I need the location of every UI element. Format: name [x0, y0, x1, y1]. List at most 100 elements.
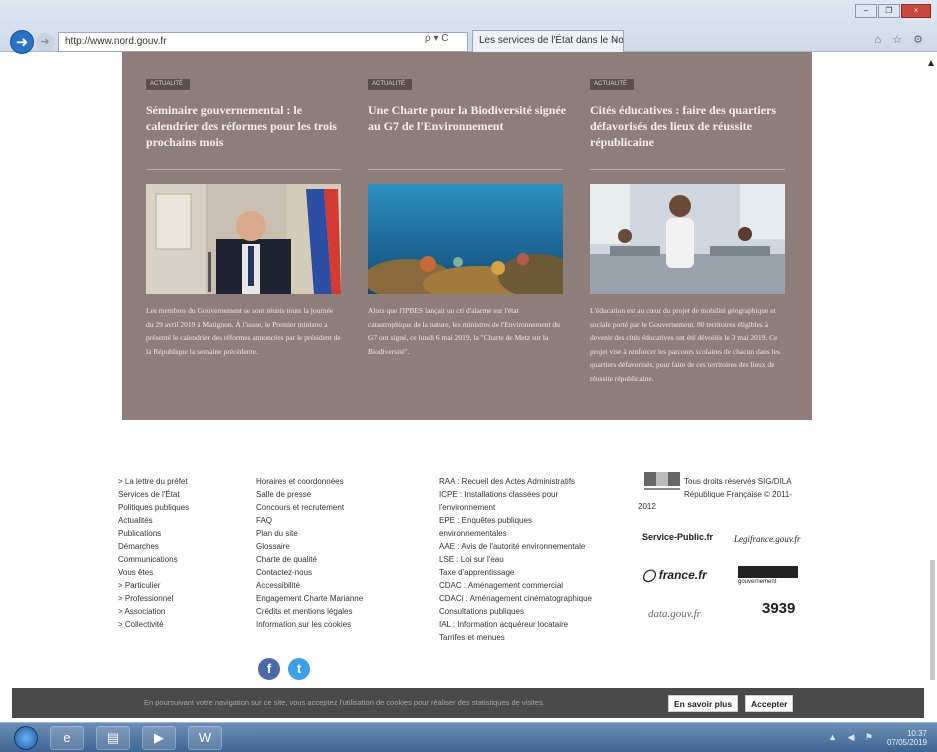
card-title[interactable]: Une Charte pour la Biodiversité signée a… [368, 102, 568, 134]
coral-reef-photo [368, 184, 563, 294]
facebook-icon[interactable]: f [258, 658, 280, 680]
browser-chrome: ➜ ➜ http://www.nord.gouv.fr ρ ▾ C Les se… [0, 0, 937, 54]
footer-link[interactable]: EPE : Enquêtes publiques [439, 514, 592, 527]
search-refresh-icons[interactable]: ρ ▾ C [425, 33, 449, 44]
footer-col-procedures: RAA : Recueil des Actes Administratifs I… [439, 475, 592, 644]
close-icon[interactable]: × [901, 4, 931, 18]
ie-icon[interactable]: e [50, 726, 84, 750]
footer-link[interactable]: Salle de presse [256, 488, 363, 501]
card-summary: Les membres du Gouvernement se sont réun… [146, 306, 341, 356]
footer-link[interactable]: Glossaire [256, 540, 363, 553]
word-icon[interactable]: W [188, 726, 222, 750]
footer-link[interactable]: Démarches [118, 540, 189, 553]
republique-francaise-logo [644, 472, 680, 490]
scrollbar-thumb[interactable] [930, 560, 935, 680]
footer-link[interactable]: Concours et recrutement [256, 501, 363, 514]
address-bar[interactable]: http://www.nord.gouv.fr [58, 32, 468, 52]
footer-link[interactable]: LSE : Loi sur l'eau [439, 553, 592, 566]
footer-link[interactable]: > Association [118, 605, 189, 618]
category-tag: ACTUALITÉ [368, 79, 412, 90]
media-icon[interactable]: ▶ [142, 726, 176, 750]
card-title[interactable]: Cités éducatives : faire des quartiers d… [590, 102, 790, 150]
copyright-text: Tous droits réservés SIG/DILA République… [684, 477, 793, 499]
tab-close-icon[interactable]: × [612, 35, 618, 46]
cookie-text: En poursuivant votre navigation sur ce s… [144, 698, 545, 707]
footer-link[interactable]: FAQ [256, 514, 363, 527]
footer-link[interactable]: CDACi : Aménagement cinématographique [439, 592, 592, 605]
data-gouv-logo[interactable]: data.gouv.fr [648, 608, 701, 620]
footer-link[interactable]: Communications [118, 553, 189, 566]
cookie-banner: En poursuivant votre navigation sur ce s… [12, 688, 924, 718]
france-fr-label: france.fr [658, 568, 707, 582]
footer-col-navigation: > La lettre du préfet Services de l'État… [118, 475, 189, 631]
footer-link[interactable]: Consultations publiques [439, 605, 592, 618]
footer-link[interactable]: Engagement Charte Marianne [256, 592, 363, 605]
footer-link[interactable]: > La lettre du préfet [118, 475, 189, 488]
news-panel: ACTUALITÉ Séminaire gouvernemental : le … [122, 52, 812, 420]
footer-col-info: Horaires et coordonnées Salle de presse … [256, 475, 363, 631]
footer-link[interactable]: > Professionnel [118, 592, 189, 605]
footer-link[interactable]: > Particulier [118, 579, 189, 592]
scroll-up-icon[interactable]: ▲ [926, 58, 936, 69]
start-button[interactable] [14, 726, 38, 750]
service-public-logo[interactable]: Service-Public.fr [642, 532, 713, 542]
accept-button[interactable]: Accepter [745, 695, 794, 712]
clock-date: 07/05/2019 [886, 738, 927, 747]
minimize-icon[interactable]: – [855, 4, 877, 18]
gouvernement-flag-icon [738, 566, 798, 578]
folder-icon[interactable]: ▤ [96, 726, 130, 750]
footer-link[interactable]: Taxe d'apprentissage [439, 566, 592, 579]
footer-link[interactable]: Publications [118, 527, 189, 540]
divider [368, 169, 563, 170]
clock-time: 10:37 [906, 729, 927, 738]
gouvernement-label: gouvernement [738, 579, 777, 585]
footer-link[interactable]: Actualités [118, 514, 189, 527]
card-image[interactable] [368, 184, 563, 294]
footer-link[interactable]: Accessibilité [256, 579, 363, 592]
back-arrow-icon[interactable]: ➜ [10, 30, 34, 54]
copyright-year: 2012 [638, 502, 656, 511]
classroom-photo [590, 184, 785, 294]
gouvernement-logo[interactable]: gouvernement [738, 566, 798, 585]
footer-link[interactable]: RAA : Recueil des Actes Administratifs [439, 475, 592, 488]
maximize-icon[interactable]: ❐ [878, 4, 900, 18]
footer-link[interactable]: Services de l'État [118, 488, 189, 501]
footer-link[interactable]: Information sur les cookies [256, 618, 363, 631]
france-fr-icon: ◯ [642, 568, 659, 582]
footer-link[interactable]: CDAC : Aménagement commercial [439, 579, 592, 592]
learn-more-button[interactable]: En savoir plus [668, 695, 739, 712]
taskbar: e ▤ ▶ W ▲ ◀ ⚑ 10:37 07/05/2019 [0, 722, 937, 752]
system-tray-icons[interactable]: ▲ ◀ ⚑ [828, 732, 877, 743]
toolbar-icons[interactable]: ⌂ ☆ ⚙ [875, 33, 927, 46]
footer-link[interactable]: > Collectivité [118, 618, 189, 631]
footer-link[interactable]: environnementales [439, 527, 592, 540]
footer-link[interactable]: l'environnement [439, 501, 592, 514]
footer-link[interactable]: Horaires et coordonnées [256, 475, 363, 488]
minister-photo [146, 184, 341, 294]
category-tag: ACTUALITÉ [146, 79, 190, 90]
clock[interactable]: 10:37 07/05/2019 [887, 729, 927, 747]
footer-link[interactable]: Plan du site [256, 527, 363, 540]
forward-arrow-icon[interactable]: ➜ [36, 33, 54, 51]
france-fr-logo[interactable]: ◯ france.fr [642, 568, 707, 582]
legifrance-logo[interactable]: Legifrance.gouv.fr [734, 534, 800, 544]
footer-heading: Vous êtes [118, 568, 154, 577]
footer-link[interactable]: ICPE : Installations classées pour [439, 488, 592, 501]
footer-link[interactable]: Politiques publiques [118, 501, 189, 514]
tab-title: Les services de l'État dans le Nord [479, 35, 624, 46]
card-image[interactable] [590, 184, 785, 294]
footer-link[interactable]: IAL : Information acquéreur locataire [439, 618, 592, 631]
window-controls: – ❐ × [854, 4, 931, 18]
footer-link[interactable]: Contactez-nous [256, 566, 363, 579]
category-tag: ACTUALITÉ [590, 79, 634, 90]
footer-link[interactable]: Charte de qualité [256, 553, 363, 566]
browser-tab[interactable]: Les services de l'État dans le Nord × [472, 30, 624, 52]
footer-link[interactable]: Tarrifes et menues [439, 631, 592, 644]
footer-link[interactable]: AAE : Avis de l'autorité environnemental… [439, 540, 592, 553]
card-title[interactable]: Séminaire gouvernemental : le calendrier… [146, 102, 346, 150]
card-summary: L'éducation est au cœur du projet de mob… [590, 306, 780, 383]
footer-link[interactable]: Crédits et mentions légales [256, 605, 363, 618]
card-image[interactable] [146, 184, 341, 294]
phone-3939-logo[interactable]: 3939 [762, 600, 795, 617]
twitter-icon[interactable]: t [288, 658, 310, 680]
